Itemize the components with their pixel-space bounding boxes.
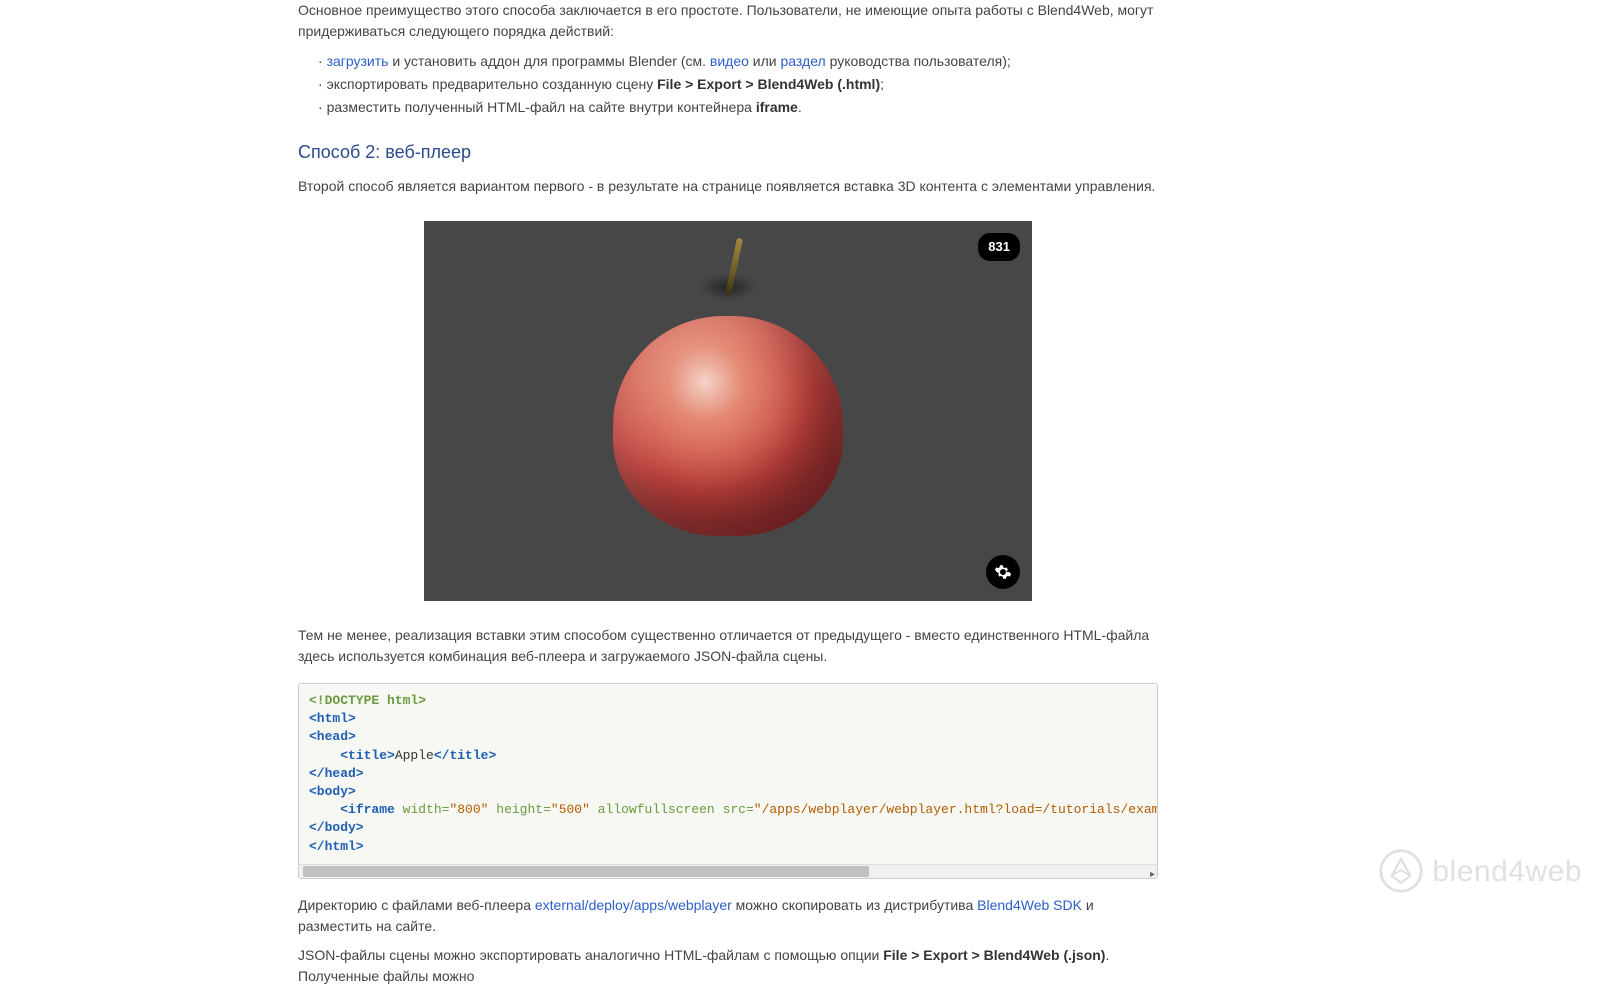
- code-val-width: "800": [449, 802, 488, 817]
- scrollbar-thumb[interactable]: [303, 866, 869, 877]
- code-head-close: </head>: [309, 766, 364, 781]
- code-horizontal-scrollbar[interactable]: ◂ ▸: [299, 864, 1157, 878]
- step-1-or: или: [749, 53, 781, 69]
- export-html-menu: File > Export > Blend4Web (.html): [657, 76, 880, 92]
- code-body-open: <body>: [309, 784, 356, 799]
- step-3-text-a: разместить полученный HTML-файл на сайте…: [327, 99, 756, 115]
- code-html-close: </html>: [309, 839, 364, 854]
- after-viewer-paragraph: Тем не менее, реализация вставки этим сп…: [298, 625, 1158, 667]
- blend4web-logo-icon: [1378, 848, 1424, 894]
- step-2-text-b: ;: [880, 76, 884, 92]
- sdk-link[interactable]: Blend4Web SDK: [977, 897, 1082, 913]
- p2-text-a: JSON-файлы сцены можно экспортировать ан…: [298, 947, 883, 963]
- step-1: загрузить и установить аддон для програм…: [318, 50, 1158, 73]
- viewer-container: 831: [298, 221, 1158, 601]
- step-2-text-a: экспортировать предварительно созданную …: [327, 76, 658, 92]
- code-html-open: <html>: [309, 711, 356, 726]
- download-link[interactable]: загрузить: [327, 53, 389, 69]
- code-body-close: </body>: [309, 820, 364, 835]
- gear-icon: [994, 563, 1012, 581]
- apple-body: [613, 316, 843, 536]
- code-attr-src: src=: [723, 802, 754, 817]
- code-attr-width: width=: [403, 802, 450, 817]
- p1-text-b: можно скопировать из дистрибутива: [732, 897, 977, 913]
- watermark: blend4web: [1378, 848, 1582, 894]
- code-title-close: </title>: [434, 748, 496, 763]
- step-1-text-b: руководства пользователя);: [826, 53, 1011, 69]
- p1-text-a: Директорию с файлами веб-плеера: [298, 897, 535, 913]
- viewer-settings-button[interactable]: [986, 555, 1020, 589]
- code-attr-allow: allowfullscreen: [598, 802, 715, 817]
- iframe-word: iframe: [756, 99, 798, 115]
- step-2: экспортировать предварительно созданную …: [318, 73, 1158, 96]
- webplayer-path-link[interactable]: external/deploy/apps/webplayer: [535, 897, 732, 913]
- after-code-paragraph-2: JSON-файлы сцены можно экспортировать ан…: [298, 945, 1158, 987]
- code-val-height: "500": [551, 802, 590, 817]
- code-title-text: Apple: [395, 748, 434, 763]
- code-iframe-tag: <iframe: [340, 802, 395, 817]
- code-val-src: "/apps/webplayer/webplayer.html?load=/tu…: [754, 802, 1157, 817]
- code-title-open: <title>: [340, 748, 395, 763]
- code-attr-height: height=: [496, 802, 551, 817]
- section-link[interactable]: раздел: [781, 53, 826, 69]
- code-head-open: <head>: [309, 729, 356, 744]
- export-json-menu: File > Export > Blend4Web (.json): [883, 947, 1105, 963]
- code-doctype: <!DOCTYPE html>: [309, 693, 426, 708]
- method-2-paragraph: Второй способ является вариантом первого…: [298, 176, 1158, 197]
- step-3-text-b: .: [798, 99, 802, 115]
- code-block: <!DOCTYPE html> <html> <head> <title>App…: [298, 683, 1158, 879]
- watermark-text: blend4web: [1432, 849, 1582, 894]
- step-1-text-a: и установить аддон для программы Blender…: [388, 53, 709, 69]
- scrollbar-right-arrow-icon: ▸: [1150, 867, 1155, 882]
- code-content: <!DOCTYPE html> <html> <head> <title>App…: [299, 684, 1157, 864]
- article-content: Основное преимущество этого способа закл…: [298, 0, 1158, 987]
- step-3: разместить полученный HTML-файл на сайте…: [318, 96, 1158, 119]
- steps-list: загрузить и установить аддон для програм…: [298, 50, 1158, 119]
- 3d-viewer[interactable]: 831: [424, 221, 1032, 601]
- video-link[interactable]: видео: [710, 53, 749, 69]
- intro-paragraph: Основное преимущество этого способа закл…: [298, 0, 1158, 42]
- method-2-heading: Способ 2: веб-плеер: [298, 139, 1158, 166]
- viewer-counter-badge: 831: [978, 233, 1020, 261]
- after-code-paragraph-1: Директорию с файлами веб-плеера external…: [298, 895, 1158, 937]
